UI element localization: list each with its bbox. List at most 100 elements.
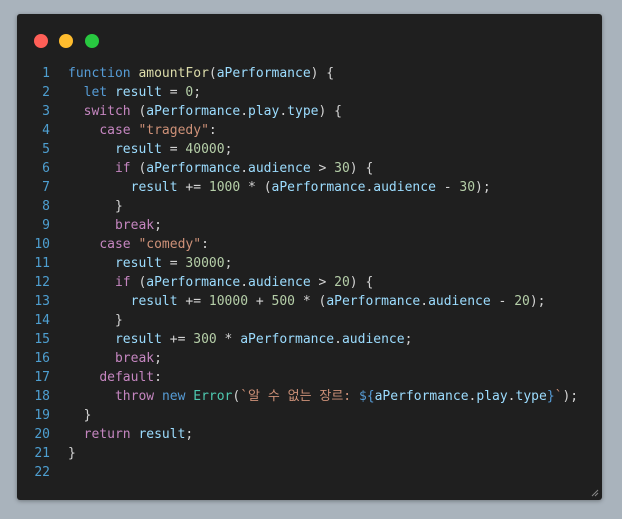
code-token: ); — [529, 294, 546, 309]
line-number: 13 — [34, 294, 50, 309]
code-token: ); — [475, 180, 491, 195]
code-token: audience — [428, 294, 491, 309]
code-block[interactable]: 1 function amountFor(aPerformance) {2 let… — [17, 64, 602, 482]
code-token: audience — [373, 180, 436, 195]
code-token: audience — [248, 275, 311, 290]
code-token: function — [68, 66, 131, 81]
code-token: ( — [130, 161, 147, 176]
code-token: * ( — [295, 294, 327, 309]
code-token: 30 — [334, 161, 350, 176]
line-number: 11 — [34, 256, 50, 271]
code-token: aPerformance — [326, 294, 421, 309]
code-token: throw — [114, 389, 155, 404]
code-token: 300 — [193, 332, 217, 347]
code-token: } — [68, 446, 76, 461]
line-source: if (aPerformance.audience > 20) { — [68, 273, 373, 292]
code-token: type — [287, 104, 319, 119]
code-token: += — [161, 332, 194, 347]
line-source: throw new Error(`알 수 없는 장르: ${aPerforman… — [68, 387, 578, 406]
code-token: Error — [193, 389, 233, 404]
code-token: result — [130, 180, 178, 195]
code-token: ) { — [349, 161, 374, 176]
line-source: result += 10000 + 500 * (aPerformance.au… — [68, 292, 546, 311]
code-token: ) { — [349, 275, 374, 290]
line-number: 22 — [34, 465, 50, 480]
code-token: 40000 — [185, 142, 225, 157]
code-line: 9 break; — [17, 216, 602, 235]
code-token: ( — [130, 275, 147, 290]
code-line: 20 return result; — [17, 425, 602, 444]
line-source: } — [68, 406, 92, 425]
code-token: + — [248, 294, 272, 309]
code-token: switch — [83, 104, 131, 119]
code-line: 6 if (aPerformance.audience > 30) { — [17, 159, 602, 178]
line-source: return result; — [68, 425, 194, 444]
line-source: default: — [68, 368, 162, 387]
code-token: . — [279, 104, 288, 119]
code-line: 13 result += 10000 + 500 * (aPerformance… — [17, 292, 602, 311]
code-token: if — [114, 161, 131, 176]
line-number: 5 — [42, 142, 50, 157]
maximize-dot-icon[interactable] — [85, 34, 99, 48]
line-number: 7 — [42, 180, 50, 195]
code-token: play — [248, 104, 280, 119]
line-number: 14 — [34, 313, 50, 328]
code-token: } — [68, 313, 123, 328]
line-source: result = 30000; — [68, 254, 232, 273]
line-number: 18 — [34, 389, 50, 404]
code-line: 18 throw new Error(`알 수 없는 장르: ${aPerfor… — [17, 387, 602, 406]
code-token: . — [240, 161, 249, 176]
code-token: . — [240, 275, 249, 290]
line-number: 15 — [34, 332, 50, 347]
code-token: return — [83, 427, 131, 442]
code-line: 12 if (aPerformance.audience > 20) { — [17, 273, 602, 292]
resize-handle-icon[interactable] — [591, 489, 599, 497]
line-source: result += 1000 * (aPerformance.audience … — [68, 178, 491, 197]
code-token: case — [99, 123, 131, 138]
line-source: let result = 0; — [68, 83, 201, 102]
line-number: 19 — [34, 408, 50, 423]
code-token: } — [68, 408, 92, 423]
line-number: 17 — [34, 370, 50, 385]
code-token: > — [310, 275, 335, 290]
code-line: 7 result += 1000 * (aPerformance.audienc… — [17, 178, 602, 197]
code-token: `알 수 없는 장르: — [240, 389, 359, 404]
code-line: 17 default: — [17, 368, 602, 387]
code-token: amountFor — [138, 66, 209, 81]
code-token: : — [201, 237, 209, 252]
code-token: } — [68, 199, 123, 214]
code-token: audience — [341, 332, 405, 347]
code-token: ; — [404, 332, 413, 347]
code-token: result — [114, 256, 162, 271]
code-line: 1 function amountFor(aPerformance) { — [17, 64, 602, 83]
code-token: ; — [193, 85, 202, 100]
code-token: 20 — [514, 294, 530, 309]
code-line: 19 } — [17, 406, 602, 425]
line-number: 21 — [34, 446, 50, 461]
code-token: ; — [154, 218, 162, 233]
line-source: switch (aPerformance.play.type) { — [68, 102, 342, 121]
code-line: 14 } — [17, 311, 602, 330]
code-token: - — [435, 180, 460, 195]
code-line: 16 break; — [17, 349, 602, 368]
minimize-dot-icon[interactable] — [59, 34, 73, 48]
code-token: audience — [248, 161, 311, 176]
close-dot-icon[interactable] — [34, 34, 48, 48]
code-token: result — [114, 332, 162, 347]
code-token: ) { — [310, 66, 335, 81]
code-token: aPerformance — [216, 66, 311, 81]
code-token: > — [310, 161, 335, 176]
line-source: if (aPerformance.audience > 30) { — [68, 159, 373, 178]
code-token: result — [130, 294, 178, 309]
line-source: function amountFor(aPerformance) { — [68, 64, 334, 83]
code-token: aPerformance — [146, 275, 241, 290]
